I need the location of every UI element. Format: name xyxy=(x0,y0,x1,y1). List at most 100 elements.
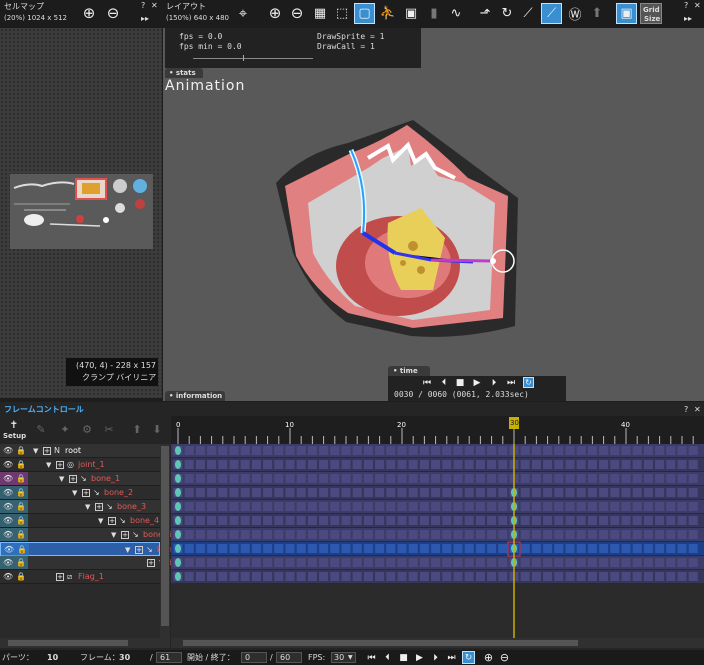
cellmap-close-button[interactable]: ✕ xyxy=(151,1,158,11)
stop-icon[interactable]: ■ xyxy=(455,378,465,388)
information-tab[interactable]: • information xyxy=(165,391,225,401)
loop-icon[interactable]: ↻ xyxy=(523,377,534,388)
visibility-icon[interactable]: 👁 xyxy=(3,486,13,500)
visibility-icon[interactable]: 👁 xyxy=(3,500,13,514)
bone-edit-icon[interactable]: ⟋ xyxy=(541,3,562,24)
curve-icon[interactable]: ∿ xyxy=(446,4,466,22)
visibility-icon[interactable]: 👁 xyxy=(3,458,13,472)
track-hscroll-thumb[interactable] xyxy=(8,640,128,646)
image-icon[interactable]: ⬚ xyxy=(333,4,351,22)
lock-icon[interactable]: 🔒 xyxy=(16,528,26,542)
track-row[interactable]: 👁🔒▼+↘bone_6 xyxy=(0,542,186,557)
frame-hscroll[interactable] xyxy=(171,638,704,648)
track-row[interactable]: 👁 🔒 ▼ + ◎ joint_1 xyxy=(0,458,160,472)
rotate-icon[interactable]: ↻ xyxy=(498,4,516,22)
zoom-in-icon[interactable]: ⊕ xyxy=(483,651,494,664)
visibility-icon[interactable]: 👁 xyxy=(3,472,13,486)
zoom-in-icon[interactable]: ⊕ xyxy=(80,4,98,22)
frame-total-field[interactable]: 61 xyxy=(156,652,182,663)
expand-toggle-icon[interactable]: ▼ xyxy=(72,486,77,500)
add-joint-icon[interactable]: ✦ xyxy=(58,422,72,436)
track-row[interactable]: 👁🔒+↘bone_7 xyxy=(0,556,198,570)
frame-grid[interactable] xyxy=(171,444,704,640)
zoom-out-icon[interactable]: ⊖ xyxy=(104,4,122,22)
first-frame-icon[interactable]: ⏮ xyxy=(366,652,377,663)
zoom-out-icon[interactable]: ⊖ xyxy=(288,4,306,22)
stats-slider[interactable] xyxy=(193,58,313,59)
zoom-in-icon[interactable]: ⊕ xyxy=(266,4,284,22)
visibility-icon[interactable]: 👁 xyxy=(4,543,14,557)
cellmap-help-button[interactable]: ? xyxy=(141,1,145,11)
play-icon[interactable]: ▶ xyxy=(414,652,425,663)
move-down-icon[interactable]: ⬇ xyxy=(150,422,164,436)
track-row[interactable]: 👁 🔒 ▼ + ↘ bone_5 xyxy=(0,528,172,542)
expand-toggle-icon[interactable]: ▼ xyxy=(98,514,103,528)
lock-icon[interactable]: 🔒 xyxy=(16,444,26,458)
bone-icon[interactable]: ⟋ xyxy=(519,4,537,22)
track-row[interactable]: 👁 🔒 ▼ + ↘ bone_3 xyxy=(0,500,160,514)
loop-icon[interactable]: ↻ xyxy=(462,651,475,664)
stats-tab[interactable]: • stats xyxy=(165,68,203,78)
frame-control-close-button[interactable]: ✕ xyxy=(694,405,701,415)
expand-toggle-icon[interactable]: ▼ xyxy=(46,458,51,472)
visibility-icon[interactable]: 👁 xyxy=(3,514,13,528)
prev-frame-icon[interactable]: ⏴ xyxy=(439,378,449,388)
lock-icon[interactable]: 🔒 xyxy=(16,514,26,528)
layout-expand-button[interactable]: ▸▸ xyxy=(684,14,692,24)
grid-icon[interactable]: ▦ xyxy=(311,4,329,22)
expand-toggle-icon[interactable]: ▼ xyxy=(85,500,90,514)
lock-icon[interactable]: 🔒 xyxy=(16,500,26,514)
frame-hscroll-thumb[interactable] xyxy=(183,640,578,646)
track-row[interactable]: 👁 🔒 ▼ + ↘ bone_2 xyxy=(0,486,160,500)
last-frame-icon[interactable]: ⏭ xyxy=(506,378,516,388)
track-row[interactable]: 👁 🔒 + ⧄ Flag_1 xyxy=(0,570,160,584)
add-part-icon[interactable]: ⚙ xyxy=(80,422,94,436)
snap-icon[interactable]: ▣ xyxy=(616,3,637,24)
playhead-marker[interactable]: 30 xyxy=(509,417,519,429)
track-hscroll[interactable] xyxy=(0,638,170,648)
arrow-up-icon[interactable]: ⬏ xyxy=(476,4,494,22)
expand-toggle-icon[interactable]: ▼ xyxy=(33,444,38,458)
character-icon[interactable]: ⛹ xyxy=(379,4,397,22)
crosshair-icon[interactable]: ⌖ xyxy=(233,3,253,23)
frame-control-help-button[interactable]: ? xyxy=(684,405,688,415)
lock-icon[interactable]: ▮ xyxy=(425,4,443,22)
move-up-icon[interactable]: ⬆ xyxy=(130,422,144,436)
visibility-icon[interactable]: 👁 xyxy=(3,528,13,542)
visibility-icon[interactable]: 👁 xyxy=(3,556,13,570)
target-icon[interactable]: ▣ xyxy=(402,4,420,22)
track-row[interactable]: 👁 🔒 ▼ + ↘ bone_1 xyxy=(0,472,160,486)
add-bone-icon[interactable]: ✎ xyxy=(34,422,48,436)
end-frame-field[interactable]: 60 xyxy=(276,652,302,663)
lock-icon[interactable]: 🔒 xyxy=(16,472,26,486)
stats-slider-thumb[interactable] xyxy=(243,55,244,61)
play-icon[interactable]: ▶ xyxy=(472,378,482,388)
layout-help-button[interactable]: ? xyxy=(684,1,688,11)
fps-select[interactable]: 30 ▼ xyxy=(331,652,356,663)
visibility-icon[interactable]: 👁 xyxy=(3,444,13,458)
layout-close-button[interactable]: ✕ xyxy=(694,1,701,11)
time-tab[interactable]: • time xyxy=(388,366,430,376)
visibility-icon[interactable]: 👁 xyxy=(3,570,13,584)
last-frame-icon[interactable]: ⏭ xyxy=(446,652,457,663)
stop-icon[interactable]: ■ xyxy=(398,652,409,663)
lock-icon[interactable]: 🔒 xyxy=(16,486,26,500)
first-frame-icon[interactable]: ⏮ xyxy=(422,378,432,388)
lock-icon[interactable]: 🔒 xyxy=(17,543,27,557)
expand-toggle-icon[interactable]: ▼ xyxy=(59,472,64,486)
expand-toggle-icon[interactable]: ▼ xyxy=(125,543,130,557)
next-frame-icon[interactable]: ⏵ xyxy=(489,378,499,388)
start-frame-field[interactable]: 0 xyxy=(241,652,267,663)
track-row[interactable]: 👁 🔒 ▼ + ↘ bone_4 xyxy=(0,514,160,528)
track-list-scroll-thumb[interactable] xyxy=(161,446,169,626)
lock-icon[interactable]: 🔒 xyxy=(16,570,26,584)
frame-ruler[interactable]: 0 10 20 30 40 xyxy=(171,416,704,444)
lock-icon[interactable]: 🔒 xyxy=(16,458,26,472)
track-list-scrollbar[interactable] xyxy=(160,444,170,640)
next-frame-icon[interactable]: ⏵ xyxy=(430,652,441,663)
setup-icon[interactable]: ✝ xyxy=(6,419,22,431)
disabled-tool-icon[interactable]: ⬆ xyxy=(588,4,606,22)
lock-icon[interactable]: 🔒 xyxy=(16,556,26,570)
zoom-out-icon[interactable]: ⊖ xyxy=(499,651,510,664)
prev-frame-icon[interactable]: ⏴ xyxy=(382,652,393,663)
